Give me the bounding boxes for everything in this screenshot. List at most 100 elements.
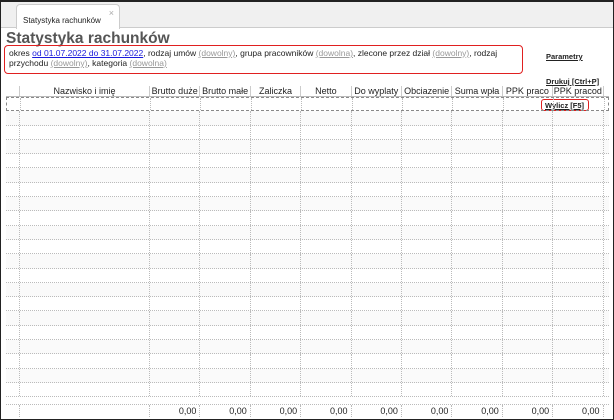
- table-cell[interactable]: [352, 154, 402, 168]
- row-selector[interactable]: [6, 340, 20, 354]
- table-cell[interactable]: [503, 139, 554, 154]
- table-cell[interactable]: [301, 297, 352, 311]
- table-cell[interactable]: [200, 325, 251, 340]
- row-selector[interactable]: [6, 325, 20, 340]
- close-icon[interactable]: ×: [109, 8, 114, 18]
- table-cell[interactable]: [553, 311, 604, 325]
- table-cell[interactable]: [301, 168, 352, 182]
- table-cell[interactable]: [503, 311, 554, 325]
- table-cell[interactable]: [251, 354, 302, 368]
- table-cell[interactable]: [503, 354, 554, 368]
- table-cell[interactable]: [402, 282, 453, 297]
- table-cell[interactable]: [503, 168, 554, 182]
- table-cell[interactable]: [553, 382, 604, 397]
- table-cell[interactable]: [301, 239, 352, 254]
- table-cell[interactable]: [301, 311, 352, 325]
- row-selector[interactable]: [6, 254, 20, 268]
- table-cell[interactable]: [301, 354, 352, 368]
- table-cell[interactable]: [301, 254, 352, 268]
- table-cell[interactable]: [251, 325, 302, 340]
- table-cell[interactable]: [251, 268, 302, 282]
- column-header[interactable]: Obciazenie: [402, 86, 453, 96]
- table-cell[interactable]: [301, 282, 352, 297]
- table-cell[interactable]: [20, 254, 150, 268]
- table-cell[interactable]: [402, 197, 453, 211]
- table-row[interactable]: [6, 182, 609, 198]
- table-cell[interactable]: [402, 139, 453, 154]
- table-cell[interactable]: [553, 297, 604, 311]
- table-cell[interactable]: [503, 268, 554, 282]
- table-cell[interactable]: [503, 340, 554, 354]
- table-cell[interactable]: [150, 354, 201, 368]
- table-cell[interactable]: [150, 197, 201, 211]
- table-cell[interactable]: [402, 239, 453, 254]
- table-cell[interactable]: [301, 325, 352, 340]
- row-selector[interactable]: [6, 382, 20, 397]
- table-cell[interactable]: [352, 340, 402, 354]
- column-header[interactable]: Brutto duże: [150, 86, 201, 96]
- table-cell[interactable]: [503, 282, 554, 297]
- table-row[interactable]: [6, 125, 609, 140]
- table-cell[interactable]: [503, 125, 554, 139]
- table-cell[interactable]: [402, 111, 453, 125]
- row-selector[interactable]: [6, 125, 20, 139]
- table-cell[interactable]: [20, 340, 150, 354]
- table-cell[interactable]: [200, 168, 251, 182]
- table-cell[interactable]: [352, 382, 402, 397]
- table-cell[interactable]: [251, 139, 302, 154]
- table-cell[interactable]: [503, 211, 554, 225]
- table-cell[interactable]: [20, 282, 150, 297]
- contract-type-link[interactable]: (dowolny): [199, 48, 236, 58]
- row-selector[interactable]: [6, 268, 20, 282]
- table-cell[interactable]: [20, 368, 150, 382]
- table-cell[interactable]: [200, 225, 251, 239]
- table-cell[interactable]: [352, 125, 402, 139]
- table-cell[interactable]: [452, 325, 503, 340]
- table-cell[interactable]: [20, 297, 150, 311]
- table-cell[interactable]: [302, 98, 353, 111]
- table-cell[interactable]: [150, 225, 201, 239]
- table-row[interactable]: [6, 382, 609, 398]
- table-cell[interactable]: [452, 340, 503, 354]
- table-cell[interactable]: [251, 197, 302, 211]
- table-cell[interactable]: [503, 111, 554, 125]
- table-cell[interactable]: [553, 282, 604, 297]
- table-cell[interactable]: [301, 139, 352, 154]
- table-cell[interactable]: [200, 111, 251, 125]
- table-cell[interactable]: [553, 254, 604, 268]
- table-cell[interactable]: [200, 268, 251, 282]
- table-cell[interactable]: [20, 382, 150, 397]
- table-cell[interactable]: [553, 139, 604, 154]
- table-cell[interactable]: [20, 168, 150, 182]
- table-cell[interactable]: [200, 311, 251, 325]
- table-cell[interactable]: [352, 168, 402, 182]
- table-cell[interactable]: [200, 125, 251, 139]
- table-row[interactable]: [6, 325, 609, 341]
- table-row[interactable]: [6, 311, 609, 326]
- row-selector[interactable]: [6, 197, 20, 211]
- table-row[interactable]: [6, 368, 609, 383]
- table-cell[interactable]: [200, 154, 251, 168]
- table-cell[interactable]: [553, 368, 604, 382]
- column-header[interactable]: Brutto małe: [200, 86, 251, 96]
- period-link[interactable]: od 01.07.2022 do 31.07.2022: [32, 48, 143, 58]
- table-cell[interactable]: [503, 154, 554, 168]
- table-cell[interactable]: [452, 311, 503, 325]
- table-row[interactable]: [6, 282, 609, 298]
- table-cell[interactable]: [20, 239, 150, 254]
- table-cell[interactable]: [553, 125, 604, 139]
- table-cell[interactable]: [452, 282, 503, 297]
- row-selector[interactable]: [6, 297, 20, 311]
- category-link[interactable]: (dowolna): [130, 58, 167, 68]
- table-cell[interactable]: [402, 325, 453, 340]
- row-selector[interactable]: [6, 282, 20, 297]
- table-cell[interactable]: [553, 225, 604, 239]
- table-cell[interactable]: [251, 368, 302, 382]
- table-cell[interactable]: [452, 239, 503, 254]
- table-cell[interactable]: [150, 340, 201, 354]
- table-cell[interactable]: [20, 197, 150, 211]
- table-cell[interactable]: [20, 225, 150, 239]
- parameters-link[interactable]: Parametry: [546, 52, 583, 61]
- table-cell[interactable]: [150, 239, 201, 254]
- table-cell[interactable]: [200, 382, 251, 397]
